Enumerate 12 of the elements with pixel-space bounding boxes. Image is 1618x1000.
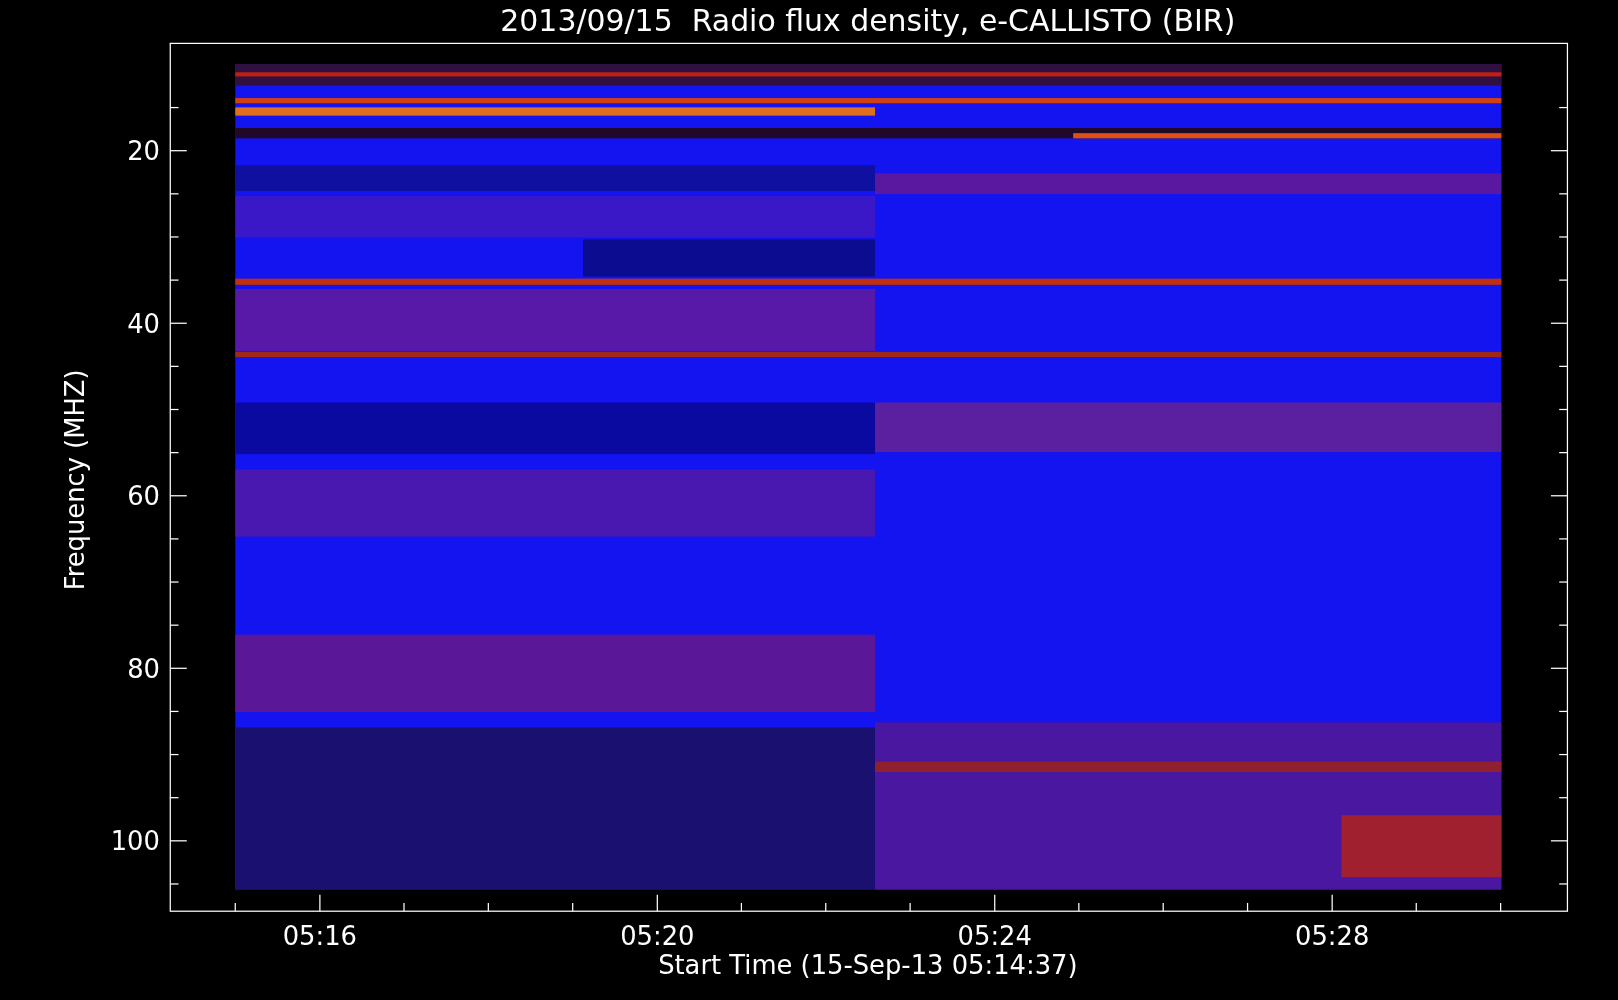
- y-axis-label: Frequency (MHZ): [59, 369, 90, 591]
- y-tick-label: 60: [127, 481, 160, 512]
- chart-title: 2013/09/15 Radio flux density, e-CALLISTO (BIR): [500, 3, 1236, 38]
- y-tick-label: 80: [127, 653, 160, 684]
- x-tick-label: 05:28: [1295, 921, 1370, 952]
- y-tick-label: 100: [110, 826, 160, 857]
- x-tick-label: 05:24: [957, 921, 1032, 952]
- x-tick-label: 05:20: [620, 921, 695, 952]
- x-axis-label: Start Time (15-Sep-13 05:14:37): [658, 950, 1078, 981]
- x-tick-label: 05:16: [282, 921, 358, 952]
- y-tick-label: 40: [127, 308, 160, 339]
- y-tick-label: 20: [127, 136, 160, 166]
